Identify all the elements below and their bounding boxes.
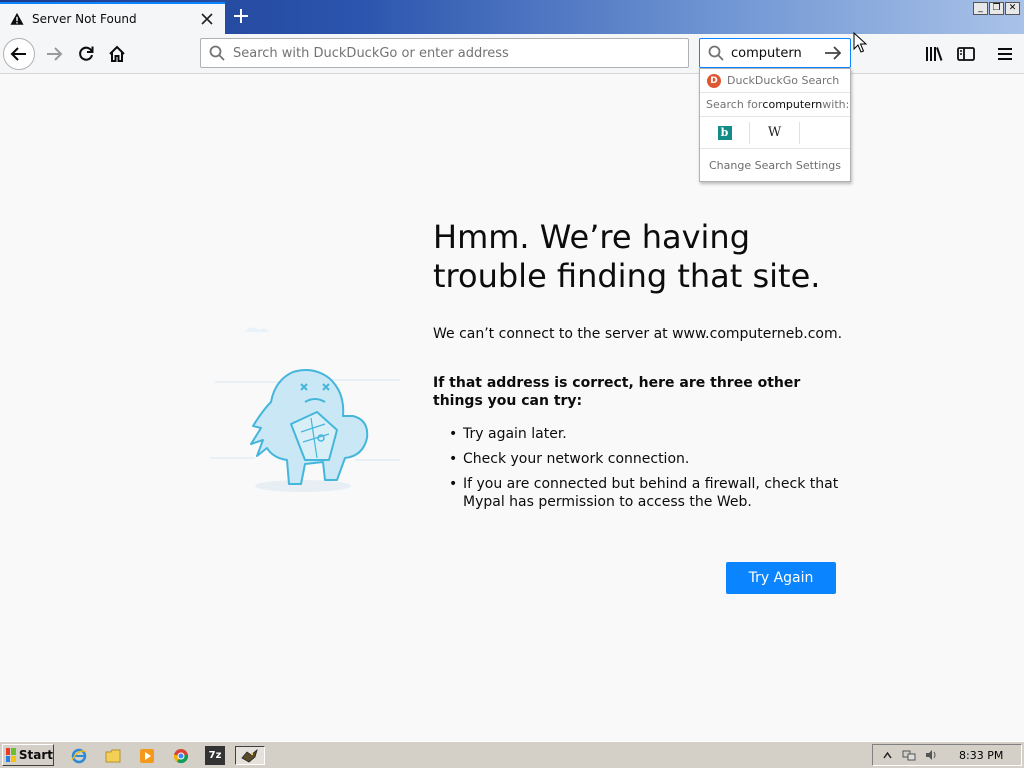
system-tray: 8:33 PM (872, 744, 1022, 766)
search-for-prefix: Search for (706, 98, 763, 111)
window-titlebar: Server Not Found _ ❐ ✕ (0, 0, 1024, 34)
new-tab-plus-icon[interactable] (229, 4, 253, 28)
home-button[interactable] (101, 38, 133, 70)
tab-title: Server Not Found (32, 12, 137, 26)
menu-button[interactable] (989, 38, 1021, 70)
bing-icon: b (717, 125, 732, 140)
engine-wikipedia-button[interactable]: W (750, 121, 800, 144)
reload-button[interactable] (70, 38, 102, 70)
tab-server-not-found[interactable]: Server Not Found (0, 2, 225, 34)
start-label: Start (18, 748, 53, 762)
search-popup: D DuckDuckGo Search Search for computern… (699, 68, 851, 182)
list-item: Try again later. (449, 425, 839, 443)
clock: 8:33 PM (959, 748, 1004, 762)
forward-button[interactable] (38, 38, 70, 70)
mouse-cursor-icon (853, 32, 867, 53)
warning-icon (10, 12, 24, 25)
one-off-engines: b W (700, 117, 850, 149)
search-bar[interactable] (699, 38, 851, 68)
hamburger-menu-icon (998, 48, 1012, 60)
taskbar: Start 7z 8:33 PM (0, 741, 1024, 768)
address-input[interactable] (233, 45, 673, 61)
search-icon (209, 45, 225, 61)
media-player-icon[interactable] (137, 746, 157, 765)
current-engine-row[interactable]: D DuckDuckGo Search (700, 69, 850, 93)
navigation-toolbar (0, 34, 1024, 74)
sidebar-button[interactable] (950, 38, 982, 70)
sidebar-icon (957, 47, 975, 61)
wikipedia-icon: W (767, 125, 782, 140)
change-search-settings-button[interactable]: Change Search Settings (700, 149, 850, 181)
error-title: Hmm. We’re having trouble finding that s… (433, 218, 821, 295)
windows-logo-icon (6, 748, 16, 762)
search-for-suffix: with: (822, 98, 850, 111)
library-button[interactable] (918, 38, 950, 70)
current-engine-label: DuckDuckGo Search (727, 74, 840, 87)
start-button[interactable]: Start (2, 744, 54, 766)
arrow-right-icon (47, 47, 63, 61)
mypal-taskbar-button[interactable] (235, 746, 265, 765)
chrome-icon[interactable] (171, 746, 191, 765)
error-suggestions-list: Try again later. Check your network conn… (449, 425, 839, 518)
search-icon (708, 45, 724, 61)
search-for-term: computern (762, 98, 823, 111)
file-explorer-icon[interactable] (103, 746, 123, 765)
go-arrow-icon[interactable] (823, 43, 843, 63)
minimize-icon[interactable]: _ (973, 2, 988, 15)
arrow-left-icon (10, 47, 26, 61)
list-item: If you are connected but behind a firewa… (449, 475, 839, 511)
home-icon (109, 45, 125, 62)
error-suggestions-heading: If that address is correct, here are thr… (433, 375, 801, 409)
close-window-icon[interactable]: ✕ (1005, 2, 1020, 15)
network-icon[interactable] (901, 747, 917, 763)
search-for-row: Search for computern with: (700, 93, 850, 117)
library-icon (926, 47, 943, 61)
restore-icon[interactable]: ❐ (989, 2, 1004, 15)
engine-bing-button[interactable]: b (700, 121, 750, 144)
back-button[interactable] (3, 38, 35, 70)
volume-icon[interactable] (923, 747, 939, 763)
reload-icon (79, 46, 94, 61)
window-controls: _ ❐ ✕ (973, 2, 1020, 15)
internet-explorer-icon[interactable] (69, 746, 89, 765)
try-again-button[interactable]: Try Again (726, 562, 836, 594)
chevron-up-icon[interactable] (879, 747, 895, 763)
address-bar[interactable] (200, 38, 689, 68)
tab-close-icon[interactable] (199, 11, 215, 27)
duckduckgo-icon: D (707, 73, 721, 88)
error-description: We can’t connect to the server at www.co… (433, 326, 843, 342)
list-item: Check your network connection. (449, 450, 839, 468)
search-input[interactable] (731, 45, 821, 61)
7zip-icon[interactable]: 7z (205, 746, 225, 765)
lost-dinosaur-illustration (210, 327, 400, 492)
